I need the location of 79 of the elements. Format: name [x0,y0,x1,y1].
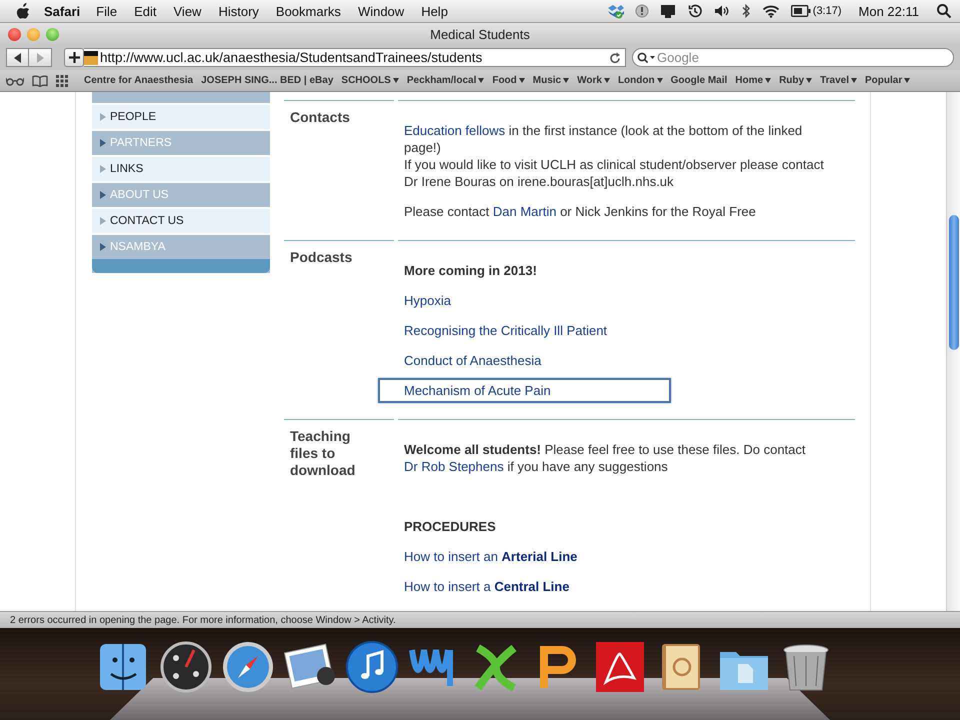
link[interactable]: Education fellows [404,123,506,138]
triangle-icon [100,139,106,147]
address-field[interactable]: http://www.ucl.ac.uk/anaesthesia/StudentsandTrainees/students [84,48,626,67]
search-field[interactable]: Google [632,48,954,67]
open-box-icon[interactable] [606,3,624,19]
triangle-icon [100,243,106,251]
menu-item[interactable]: Window [358,4,404,18]
menu-item[interactable]: File [96,4,118,18]
section-heading: Teaching files to download [290,428,356,479]
bookmark-link[interactable]: JOSEPH SING... BED | eBay [201,75,334,86]
paragraph-text: If you would like to visit UCLH as clinical student/observer please contact Dr Irene Bouras on irene.bouras[at]uclh.nhs.uk [404,156,825,190]
paragraph-text: Welcome all students! Please feel free to use these files. Do contact Dr Rob Stephens if you have any suggestions [404,441,806,475]
status-text: 2 errors occurred in opening the page. For more information, choose Window > Activity. [10,614,396,626]
wifi-icon[interactable] [762,4,780,18]
link[interactable]: Dan Martin [492,204,556,219]
search-icon[interactable] [936,3,952,19]
link[interactable]: How to insert a Central Line [404,578,570,595]
clock-text[interactable]: Mon 22:11 [858,4,919,18]
search-icon[interactable] [637,52,655,64]
display-icon[interactable] [660,4,676,18]
bluetooth-icon[interactable] [740,3,751,19]
open-book-icon[interactable] [32,74,48,86]
bookmark-link[interactable]: Peckham/local [406,75,484,86]
left-triangle-icon [14,52,22,62]
bold-text: More coming in 2013! [404,262,538,279]
bookmark-link[interactable]: London [618,75,663,86]
bookmark-link[interactable]: SCHOOLS [341,75,399,86]
bookmark-link[interactable]: Centre for Anaesthesia [84,75,194,86]
back-button[interactable] [6,48,29,67]
triangle-icon [100,113,106,121]
scrollbar[interactable] [946,92,960,611]
bookmark-link[interactable]: Music [532,75,570,86]
close-button[interactable] [8,28,21,40]
reload-icon[interactable] [609,52,621,64]
menu-item[interactable]: Bookmarks [276,4,341,18]
bookmark-link[interactable]: Popular [865,75,910,86]
menu-item[interactable]: View [174,4,202,18]
link[interactable]: Dr Rob Stephens [404,459,504,474]
menu-item[interactable]: History [218,4,259,18]
menu-item[interactable]: Edit [134,4,156,18]
plus-icon [68,52,80,63]
battery-icon[interactable] [790,5,811,17]
link[interactable]: Recognising the Critically Ill Patient [404,322,608,339]
link[interactable]: How to insert an Arterial Line [404,548,578,565]
window-title: Medical Students [430,26,530,42]
triangle-icon [100,165,106,173]
add-bookmark-button[interactable] [64,48,84,67]
glasses-icon[interactable] [6,76,24,86]
bookmark-link[interactable]: Ruby [779,75,812,86]
paragraph-text: Education fellows in the first instance (look at the bottom of the linked page!) [404,122,804,156]
link[interactable]: Conduct of Anaesthesia [404,352,542,369]
site-favicon-icon [84,50,98,64]
triangle-icon [100,191,106,199]
subheading: PROCEDURES [404,518,497,535]
sidebar-item[interactable]: PEOPLE [92,103,270,129]
grid-icon[interactable] [56,74,68,86]
alert-icon[interactable] [634,4,649,18]
menu-item[interactable]: Help [421,4,448,18]
bookmark-link[interactable]: Food [492,75,525,86]
menu-item[interactable]: Safari [44,4,80,18]
volume-icon[interactable] [714,4,730,18]
clock-history-icon[interactable] [686,3,703,19]
battery-time-text: (3:17) [812,5,842,17]
link[interactable]: Hypoxia [404,292,451,309]
link[interactable]: Mechanism of Acute Pain [378,378,671,403]
right-triangle-icon [36,52,44,62]
section-heading: Contacts [290,109,351,126]
scrollbar-thumb[interactable] [949,215,959,350]
sidebar-item[interactable]: CONTACT US [92,207,270,233]
apple-icon[interactable] [16,3,30,19]
bookmark-link[interactable]: Travel [820,75,857,86]
bookmark-link[interactable]: Work [577,75,610,86]
section-heading: Podcasts [290,249,354,266]
bookmark-link[interactable]: Google Mail [670,75,728,86]
bookmark-link[interactable]: Home [735,75,772,86]
sidebar-item[interactable]: LINKS [92,155,270,181]
paragraph-text: Please contact Dan Martin or Nick Jenkins for the Royal Free [404,203,757,220]
music-note-icon[interactable] [344,638,400,696]
triangle-icon [100,217,106,225]
